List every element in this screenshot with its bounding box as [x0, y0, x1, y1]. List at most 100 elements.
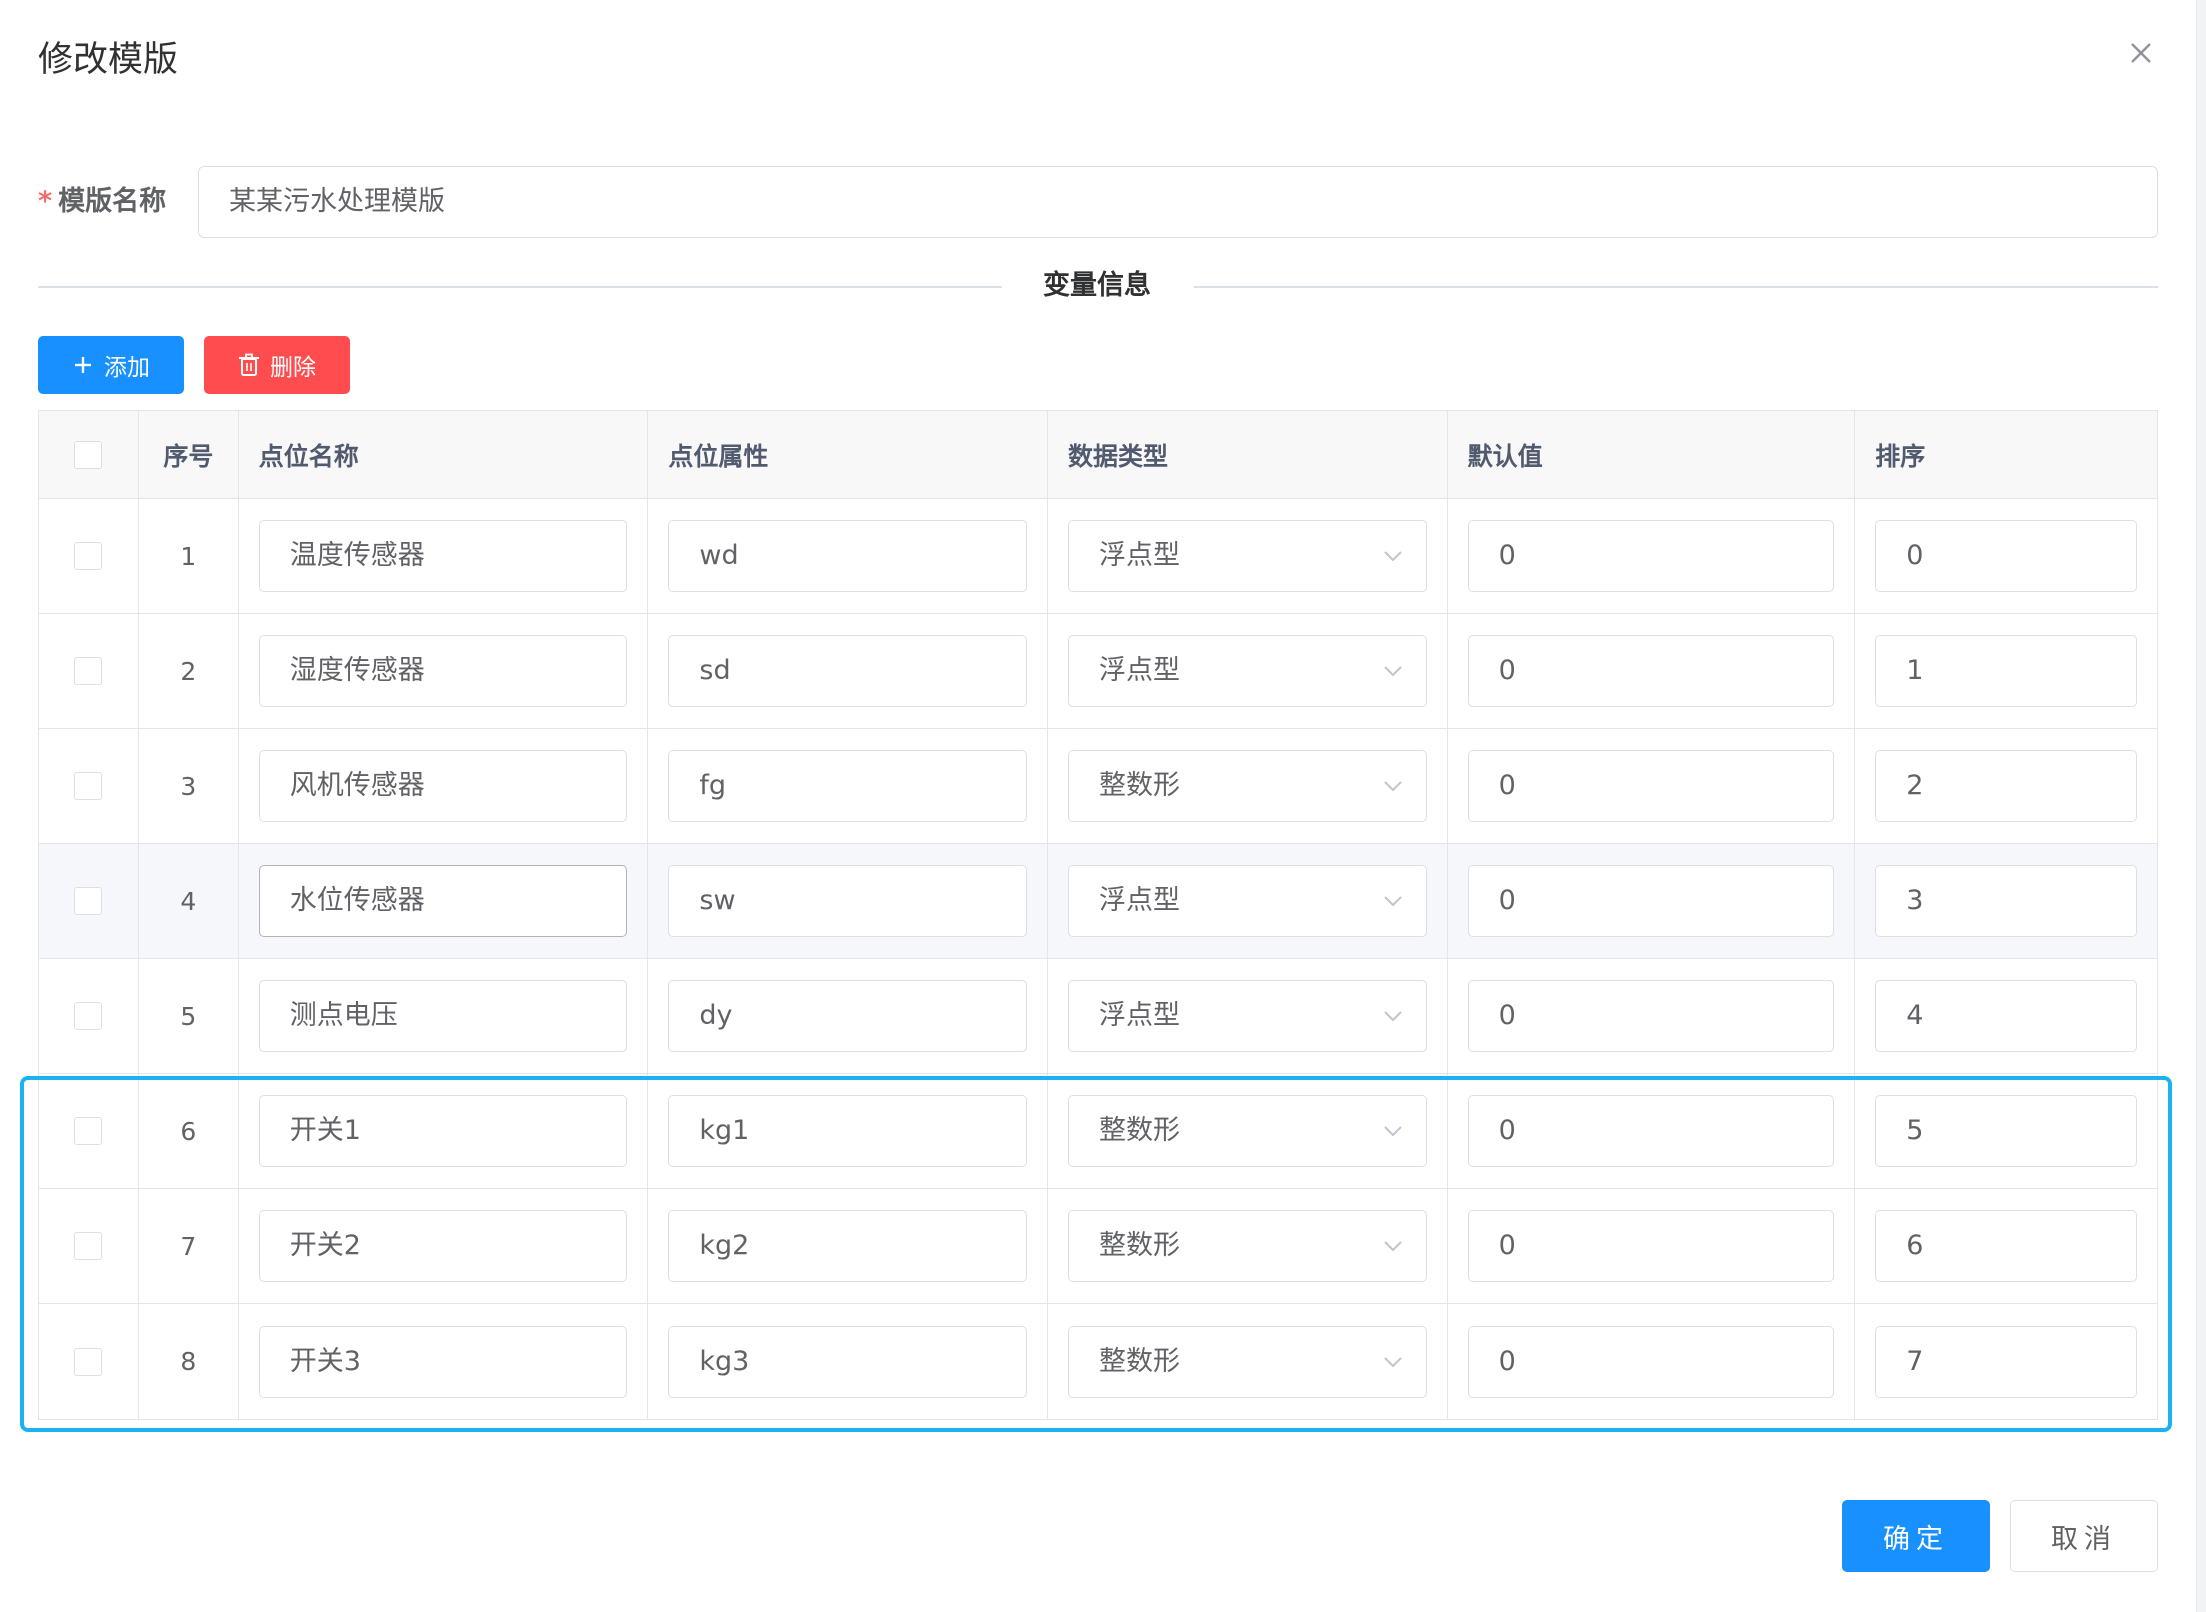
table-row: 3 风机传感器 fg 整数形 0 2 — [39, 729, 2157, 844]
chevron-down-icon — [1383, 1356, 1402, 1367]
row-index: 3 — [139, 729, 239, 843]
row-index: 1 — [139, 499, 239, 613]
data-type-value: 整数形 — [1099, 770, 1181, 801]
point-name-input[interactable]: 开关3 — [258, 1325, 628, 1398]
point-attr-input[interactable]: sd — [668, 635, 1028, 707]
data-type-value: 浮点型 — [1099, 655, 1181, 686]
header-default-value: 默认值 — [1448, 411, 1856, 498]
data-type-value: 浮点型 — [1099, 1000, 1181, 1031]
point-name-input[interactable]: 开关2 — [258, 1210, 628, 1282]
template-name-row: * 模版名称 某某污水处理模版 — [38, 166, 2158, 238]
row-index: 8 — [139, 1304, 239, 1419]
data-type-value: 浮点型 — [1099, 540, 1181, 571]
data-type-value: 整数形 — [1099, 1115, 1181, 1146]
data-type-select[interactable]: 整数形 — [1068, 1210, 1427, 1282]
data-type-select[interactable]: 整数形 — [1068, 750, 1427, 822]
point-attr-input[interactable]: fg — [668, 750, 1028, 822]
row-index: 5 — [139, 959, 239, 1073]
chevron-down-icon — [1383, 1126, 1402, 1137]
template-name-label: * 模版名称 — [38, 166, 166, 238]
delete-button-label: 删除 — [270, 355, 316, 381]
table-row: 8 开关3 kg3 整数形 0 7 — [39, 1304, 2157, 1419]
chevron-down-icon — [1383, 1011, 1402, 1022]
point-name-input[interactable]: 风机传感器 — [258, 750, 628, 822]
default-value-input[interactable]: 0 — [1467, 1095, 1835, 1167]
point-attr-input[interactable]: kg3 — [668, 1325, 1028, 1398]
data-type-select[interactable]: 浮点型 — [1068, 520, 1427, 592]
sort-input[interactable]: 3 — [1875, 865, 2137, 937]
header-point-attr: 点位属性 — [648, 411, 1049, 498]
required-mark: * — [38, 186, 53, 217]
point-attr-input[interactable]: dy — [668, 980, 1028, 1052]
default-value-input[interactable]: 0 — [1467, 635, 1835, 707]
point-name-input[interactable]: 湿度传感器 — [258, 635, 628, 707]
template-name-input[interactable]: 某某污水处理模版 — [198, 166, 2158, 238]
close-button[interactable] — [2124, 36, 2158, 70]
point-name-input[interactable]: 温度传感器 — [258, 520, 628, 592]
cancel-button[interactable]: 取消 — [2010, 1500, 2158, 1572]
add-button[interactable]: 添加 — [38, 336, 184, 394]
default-value-input[interactable]: 0 — [1467, 750, 1835, 822]
header-data-type: 数据类型 — [1048, 411, 1448, 498]
row-checkbox[interactable] — [74, 1117, 103, 1145]
select-all-checkbox[interactable] — [74, 440, 103, 469]
data-type-select[interactable]: 浮点型 — [1068, 980, 1427, 1052]
sort-input[interactable]: 0 — [1875, 520, 2137, 592]
add-button-label: 添加 — [104, 355, 150, 381]
data-type-select[interactable]: 整数形 — [1068, 1095, 1427, 1167]
point-attr-input[interactable]: wd — [668, 520, 1028, 592]
chevron-down-icon — [1383, 896, 1402, 907]
background-scrollbar — [2196, 0, 2206, 1612]
point-attr-input[interactable]: kg2 — [668, 1210, 1028, 1282]
table-row: 4 水位传感器 sw 浮点型 0 3 — [39, 844, 2157, 959]
default-value-input[interactable]: 0 — [1467, 1210, 1835, 1282]
table-row: 5 测点电压 dy 浮点型 0 4 — [39, 959, 2157, 1074]
sort-input[interactable]: 5 — [1875, 1095, 2137, 1167]
row-checkbox[interactable] — [74, 1347, 103, 1376]
row-checkbox[interactable] — [74, 542, 103, 570]
row-checkbox[interactable] — [74, 1002, 103, 1030]
sort-input[interactable]: 2 — [1875, 750, 2137, 822]
trash-icon — [238, 353, 260, 377]
sort-input[interactable]: 4 — [1875, 980, 2137, 1052]
chevron-down-icon — [1383, 1241, 1402, 1252]
data-type-value: 浮点型 — [1099, 885, 1181, 916]
default-value-input[interactable]: 0 — [1467, 980, 1835, 1052]
row-checkbox[interactable] — [74, 887, 103, 915]
header-index: 序号 — [139, 411, 239, 498]
data-type-value: 整数形 — [1099, 1230, 1181, 1261]
section-divider-title: 变量信息 — [1002, 268, 1192, 304]
point-name-input[interactable]: 水位传感器 — [258, 865, 628, 937]
table-row: 2 湿度传感器 sd 浮点型 0 1 — [39, 614, 2157, 729]
row-index: 4 — [139, 844, 239, 958]
sort-input[interactable]: 1 — [1875, 635, 2137, 707]
data-type-select[interactable]: 整数形 — [1068, 1325, 1427, 1398]
sort-input[interactable]: 7 — [1875, 1325, 2137, 1398]
point-attr-input[interactable]: kg1 — [668, 1095, 1028, 1167]
point-attr-input[interactable]: sw — [668, 865, 1028, 937]
data-type-value: 整数形 — [1099, 1345, 1181, 1377]
close-icon — [2131, 43, 2151, 63]
row-index: 6 — [139, 1074, 239, 1188]
row-checkbox[interactable] — [74, 1232, 103, 1260]
row-index: 7 — [139, 1189, 239, 1303]
delete-button[interactable]: 删除 — [204, 336, 350, 394]
confirm-button[interactable]: 确定 — [1842, 1500, 1990, 1572]
edit-template-dialog: 修改模版 * 模版名称 某某污水处理模版 变量信息 添加 删除 序号 点位名称 点… — [0, 0, 2206, 1612]
header-point-name: 点位名称 — [239, 411, 649, 498]
table-row: 6 开关1 kg1 整数形 0 5 — [39, 1074, 2157, 1189]
data-type-select[interactable]: 浮点型 — [1068, 865, 1427, 937]
chevron-down-icon — [1383, 551, 1402, 562]
row-checkbox[interactable] — [74, 657, 103, 685]
plus-icon — [72, 354, 94, 376]
variables-table: 序号 点位名称 点位属性 数据类型 默认值 排序 1 温度传感器 wd 浮点型 … — [38, 410, 2158, 1420]
point-name-input[interactable]: 开关1 — [258, 1095, 628, 1167]
default-value-input[interactable]: 0 — [1467, 520, 1835, 592]
sort-input[interactable]: 6 — [1875, 1210, 2137, 1282]
default-value-input[interactable]: 0 — [1467, 1325, 1835, 1398]
point-name-input[interactable]: 测点电压 — [258, 980, 628, 1052]
table-row: 7 开关2 kg2 整数形 0 6 — [39, 1189, 2157, 1304]
row-checkbox[interactable] — [74, 772, 103, 800]
data-type-select[interactable]: 浮点型 — [1068, 635, 1427, 707]
default-value-input[interactable]: 0 — [1467, 865, 1835, 937]
